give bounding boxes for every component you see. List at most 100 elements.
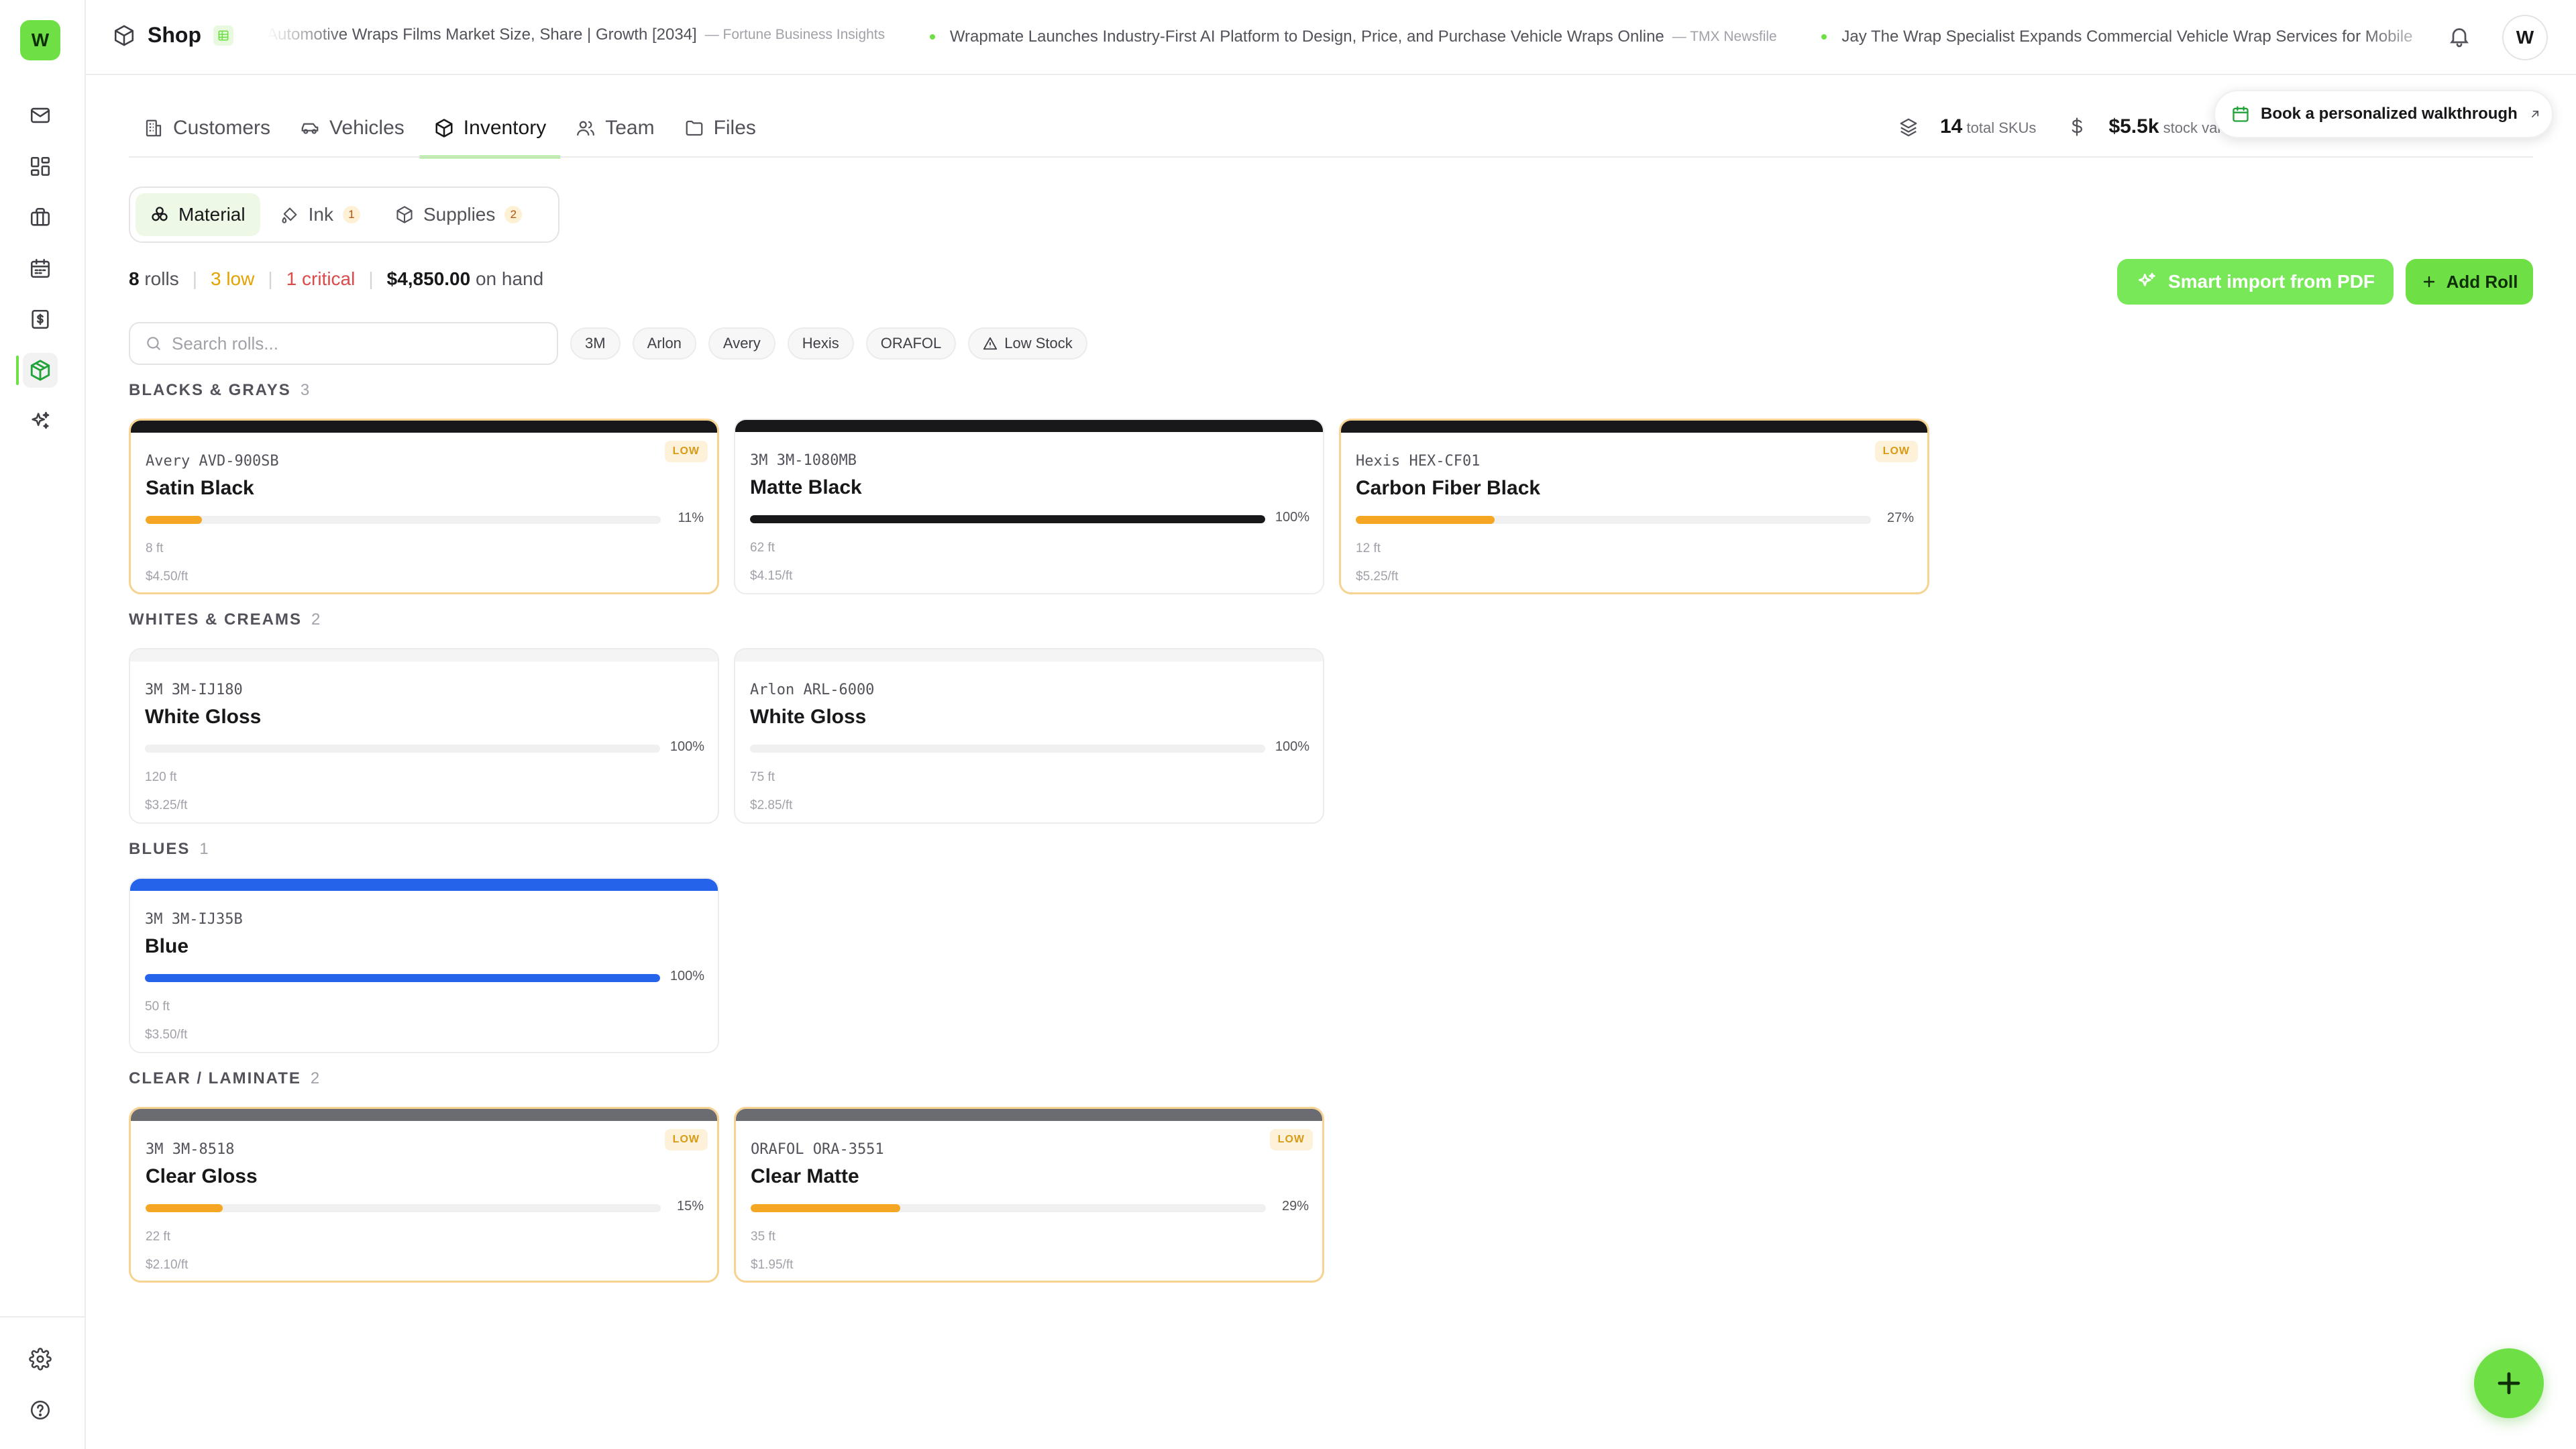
roll-card[interactable]: 3M 3M-IJ180 White Gloss 100% 120 ft $3.2… [129, 648, 719, 824]
filter-chip-low-stock[interactable]: Low Stock [968, 327, 1087, 360]
low-stock-badge: LOW [1874, 441, 1918, 462]
roll-length: 50 ft [145, 1000, 170, 1014]
roll-price: $4.15/ft [750, 569, 793, 583]
calendar-icon[interactable] [23, 251, 58, 286]
filter-chip-hexis[interactable]: Hexis [787, 327, 854, 360]
roll-price: $1.95/ft [751, 1258, 794, 1272]
separator: | [192, 268, 197, 289]
roll-length: 12 ft [1356, 541, 1381, 555]
roll-card[interactable]: Arlon ARL-6000 White Gloss 100% 75 ft $2… [734, 648, 1324, 824]
segment-material[interactable]: Material [136, 193, 260, 236]
ticker-fade-left [267, 13, 347, 60]
plus-icon [2498, 1372, 2520, 1395]
active-nav-indicator [16, 356, 19, 385]
search-input[interactable] [172, 333, 534, 354]
floating-add-button[interactable] [2474, 1348, 2544, 1418]
sparkles-icon[interactable] [23, 404, 58, 439]
news-item[interactable]: Jay The Wrap Specialist Expands Commerci… [1821, 28, 2412, 46]
separator: | [268, 268, 273, 289]
tab-files[interactable]: Files [669, 111, 771, 157]
color-strip [131, 1109, 717, 1121]
folder-icon [686, 120, 702, 136]
arrow-up-right-icon [2531, 111, 2538, 117]
news-source: — Fortune Business Insights [704, 27, 885, 42]
mail-icon[interactable] [23, 98, 58, 133]
news-item[interactable]: Automotive Wraps Films Market Size, Shar… [267, 25, 885, 44]
tab-vehicles[interactable]: Vehicles [285, 111, 419, 157]
filter-chip-orafol[interactable]: ORAFOL [865, 327, 957, 360]
page-title: Shop [148, 23, 201, 47]
roll-sku: Arlon ARL-6000 [750, 682, 875, 698]
building-icon [146, 119, 162, 137]
roll-name: Clear Gloss [146, 1165, 258, 1187]
count-badge: 2 [504, 206, 523, 223]
section-tabs: Customers Vehicles Inventory Team Files [129, 111, 771, 158]
section-count: 3 [300, 381, 310, 399]
stock-bar-fill [750, 515, 1265, 523]
workspace-switcher[interactable]: Shop [113, 23, 233, 48]
bullet-dot [1821, 34, 1827, 40]
search-field [129, 322, 558, 365]
low-stock-badge: LOW [664, 441, 708, 462]
add-roll-button[interactable]: Add Roll [2406, 259, 2533, 305]
count-badge: 1 [342, 206, 360, 223]
roll-card[interactable]: LOW Hexis HEX-CF01 Carbon Fiber Black 27… [1339, 419, 1929, 594]
roll-sku: Avery AVD-900SB [146, 453, 279, 470]
rolls-label: rolls [144, 268, 179, 289]
stock-percent: 100% [669, 739, 704, 754]
stock-bar [750, 515, 1265, 523]
segment-label: Material [178, 204, 246, 225]
box-icon [114, 25, 134, 46]
section-title: BLUES 1 [129, 840, 209, 858]
inventory-stats: 14 total SKUs $5.5k stock valu [1898, 115, 2229, 138]
section-count: 2 [310, 1069, 320, 1087]
dashboard-icon[interactable] [23, 149, 58, 184]
help-icon[interactable] [23, 1393, 58, 1428]
segment-ink[interactable]: Ink 1 [266, 193, 375, 236]
bell-icon[interactable] [2447, 24, 2471, 48]
filter-chip-avery[interactable]: Avery [708, 327, 775, 360]
roll-card[interactable]: LOW Avery AVD-900SB Satin Black 11% 8 ft… [129, 419, 719, 594]
book-walkthrough-button[interactable]: Book a personalized walkthrough [2214, 90, 2553, 138]
app-logo[interactable]: W [20, 20, 60, 60]
tab-team[interactable]: Team [561, 111, 669, 157]
briefcase-icon[interactable] [23, 200, 58, 235]
tab-label: Vehicles [329, 117, 405, 139]
roll-price: $3.50/ft [145, 1028, 188, 1042]
filter-chip-arlon[interactable]: Arlon [632, 327, 696, 360]
sku-label: total SKUs [1966, 119, 2037, 136]
roll-length: 120 ft [145, 770, 177, 784]
roll-name: White Gloss [145, 706, 262, 728]
roll-card[interactable]: LOW ORAFOL ORA-3551 Clear Matte 29% 35 f… [734, 1107, 1324, 1283]
tab-customers[interactable]: Customers [129, 111, 285, 157]
roll-length: 8 ft [146, 541, 164, 555]
smart-import-button[interactable]: Smart import from PDF [2117, 259, 2394, 305]
segment-supplies[interactable]: Supplies 2 [380, 193, 537, 236]
stock-bar [146, 516, 661, 524]
roll-card[interactable]: 3M 3M-1080MB Matte Black 100% 62 ft $4.1… [734, 419, 1324, 594]
roll-card[interactable]: LOW 3M 3M-8518 Clear Gloss 15% 22 ft $2.… [129, 1107, 719, 1283]
color-strip [735, 649, 1323, 661]
inventory-nav-icon[interactable] [23, 353, 58, 388]
section-count: 1 [199, 840, 209, 858]
roll-name: White Gloss [750, 706, 867, 728]
news-item[interactable]: Wrapmate Launches Industry-First AI Plat… [929, 28, 1777, 46]
walkthrough-label: Book a personalized walkthrough [2261, 105, 2518, 123]
bullet-dot [929, 34, 935, 40]
paint-bucket-icon [282, 207, 297, 223]
avatar[interactable]: W [2502, 15, 2548, 60]
sidebar-divider [0, 1316, 86, 1318]
tab-label: Team [605, 117, 655, 139]
critical-count: 1 critical [286, 268, 356, 289]
color-strip [1341, 421, 1927, 433]
rolls-count: 8 [129, 268, 140, 289]
warning-icon [983, 337, 998, 350]
color-strip [131, 421, 717, 433]
invoice-icon[interactable] [23, 302, 58, 337]
stock-bar-fill [146, 1204, 223, 1212]
tab-inventory[interactable]: Inventory [419, 111, 561, 158]
gear-icon[interactable] [23, 1342, 58, 1377]
roll-card[interactable]: 3M 3M-IJ35B Blue 100% 50 ft $3.50/ft [129, 877, 719, 1053]
tab-label: Inventory [463, 117, 547, 139]
filter-chip-3m[interactable]: 3M [570, 327, 621, 360]
